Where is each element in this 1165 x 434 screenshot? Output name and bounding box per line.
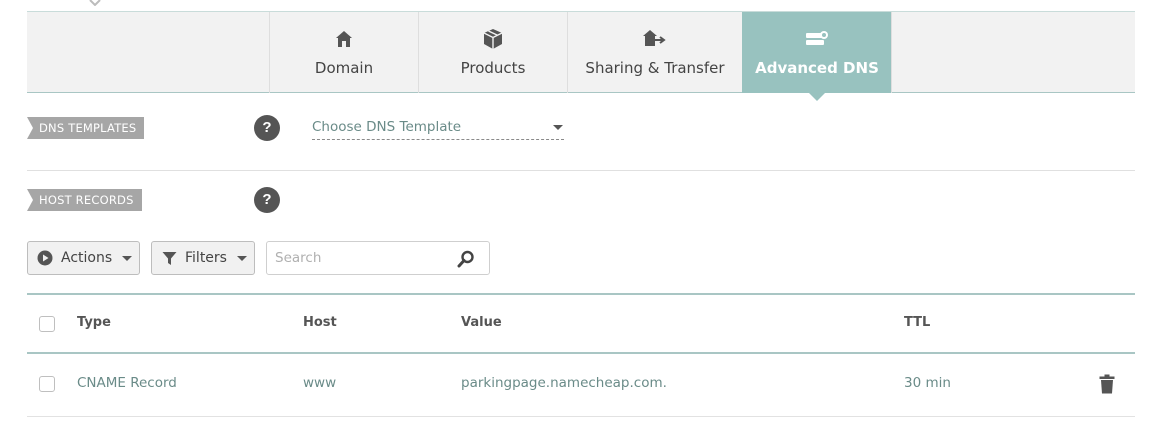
tab-domain[interactable]: Domain [269, 12, 418, 93]
actions-button[interactable]: Actions [27, 241, 140, 275]
trash-icon[interactable] [1099, 374, 1115, 394]
table-header: Type Host Value TTL [27, 295, 1135, 353]
dns-server-icon [743, 28, 891, 50]
column-header-value[interactable]: Value [461, 315, 502, 330]
tab-sharing-transfer[interactable]: Sharing & Transfer [567, 12, 742, 93]
table-row[interactable]: CNAME Record www parkingpage.namecheap.c… [27, 354, 1135, 417]
tab-label: Advanced DNS [755, 59, 879, 77]
actions-label: Actions [61, 250, 113, 266]
active-tab-pointer [809, 93, 825, 101]
column-header-type[interactable]: Type [77, 315, 111, 330]
row-checkbox[interactable] [39, 376, 55, 392]
tab-advanced-dns[interactable]: Advanced DNS [742, 12, 891, 101]
share-transfer-icon [568, 28, 742, 50]
caret-down-icon [122, 255, 133, 261]
home-icon [270, 28, 418, 50]
tab-label: Sharing & Transfer [585, 59, 725, 77]
host-records-help-icon[interactable]: ? [254, 187, 280, 213]
box-icon [419, 28, 567, 50]
domain-tabs: Domain Products Sharing & Transfer Advan… [27, 11, 1135, 101]
filter-icon [162, 251, 177, 265]
tab-products[interactable]: Products [418, 12, 567, 93]
caret-down-icon [553, 125, 563, 130]
dns-template-select[interactable]: Choose DNS Template [312, 117, 564, 140]
column-header-host[interactable]: Host [303, 315, 337, 330]
dns-template-select-value: Choose DNS Template [312, 119, 462, 135]
play-circle-icon [37, 250, 53, 266]
caret-down-icon [236, 255, 247, 261]
chevron-down-icon [89, 0, 101, 6]
host-records-tag: HOST RECORDS [27, 189, 142, 211]
search-box [266, 241, 490, 275]
record-ttl: 30 min [904, 375, 951, 391]
filters-label: Filters [185, 250, 227, 266]
search-icon[interactable] [457, 250, 475, 268]
record-host: www [303, 375, 337, 391]
dns-templates-help-icon[interactable]: ? [254, 115, 280, 141]
dns-templates-tag: DNS TEMPLATES [27, 117, 145, 139]
tab-divider [891, 12, 892, 93]
tab-label: Products [460, 59, 526, 77]
section-divider [27, 170, 1135, 171]
select-all-checkbox[interactable] [39, 316, 55, 332]
filters-button[interactable]: Filters [151, 241, 255, 275]
tab-label: Domain [314, 59, 374, 77]
record-type: CNAME Record [77, 375, 177, 391]
column-header-ttl[interactable]: TTL [904, 315, 930, 330]
record-value: parkingpage.namecheap.com. [461, 375, 667, 391]
search-input[interactable] [275, 242, 455, 274]
